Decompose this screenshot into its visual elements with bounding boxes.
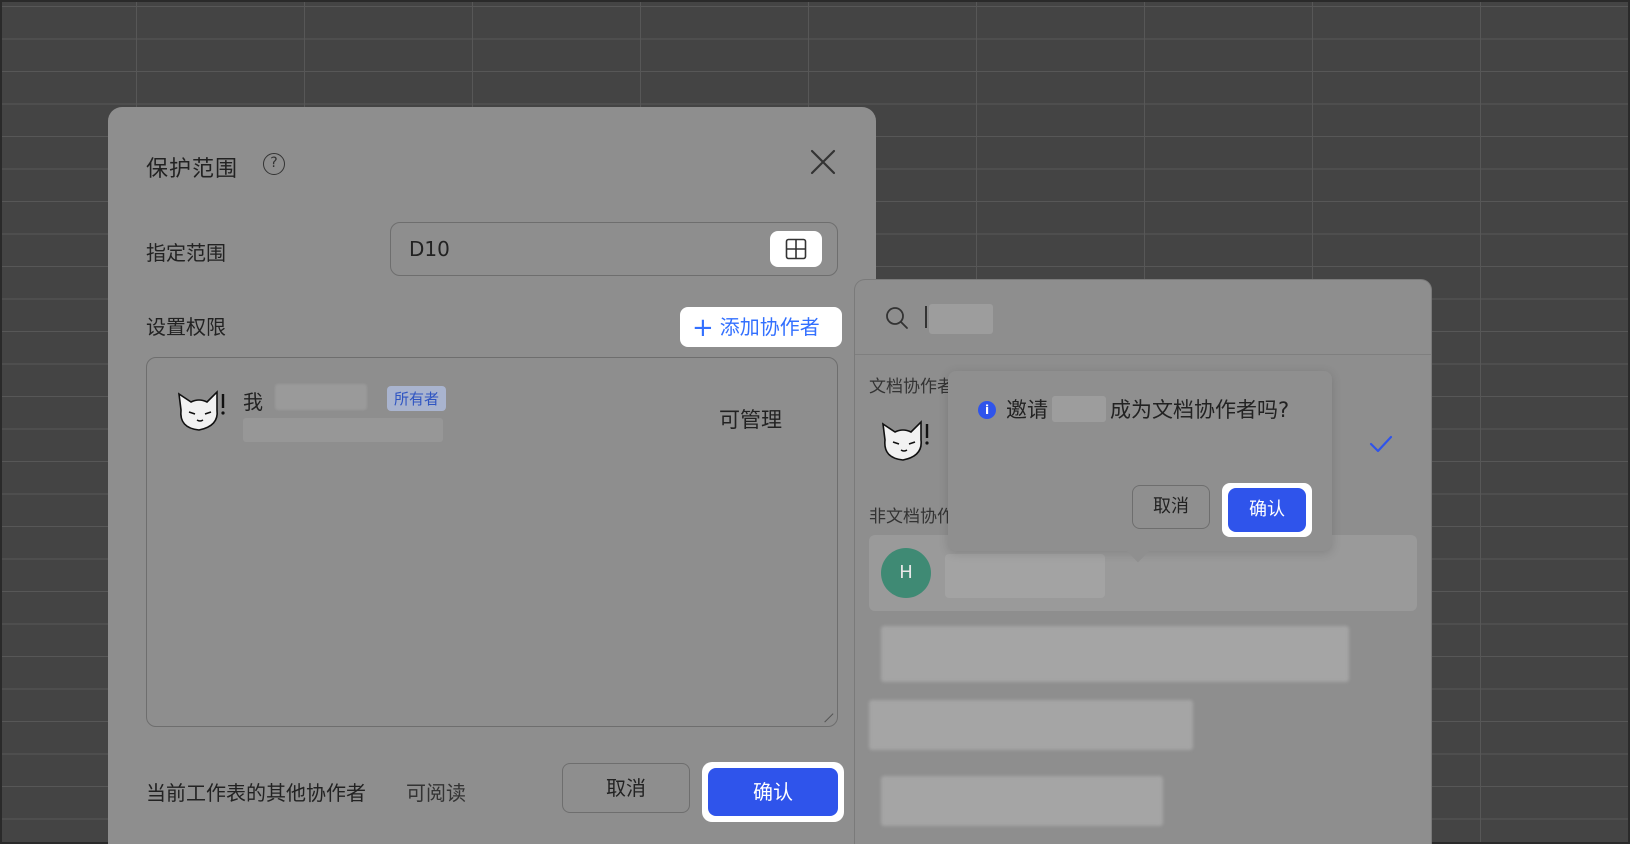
redacted-list-item[interactable] — [881, 776, 1163, 826]
check-icon — [1369, 435, 1393, 453]
confirm-button[interactable]: 确认 — [708, 768, 838, 816]
popover-confirm-button[interactable]: 确认 — [1228, 488, 1306, 532]
search-input[interactable] — [925, 306, 927, 328]
avatar: H — [881, 548, 931, 598]
add-collaborator-button[interactable]: + 添加协作者 — [680, 307, 842, 347]
redacted-email — [243, 418, 443, 442]
popover-message-suffix: 成为文档协作者吗? — [1110, 398, 1290, 422]
other-collaborators-label: 当前工作表的其他协作者 — [146, 781, 366, 805]
range-label: 指定范围 — [146, 241, 226, 265]
confirm-button-highlight: 确认 — [702, 762, 844, 822]
select-range-button[interactable] — [770, 231, 822, 267]
permission-dropdown[interactable]: 可管理 — [719, 404, 782, 434]
redacted-search-text — [929, 304, 993, 334]
collaborator-me-label: 我 — [243, 390, 263, 414]
avatar — [881, 420, 929, 461]
add-collaborator-label: 添加协作者 — [719, 315, 820, 339]
redacted-name — [275, 384, 367, 410]
popover-cancel-button[interactable]: 取消 — [1132, 485, 1210, 529]
grid-icon — [785, 238, 807, 260]
popover-message-prefix: 邀请 — [1006, 398, 1048, 422]
close-icon[interactable] — [808, 147, 838, 177]
owner-badge: 所有者 — [387, 386, 447, 411]
popover-message: 邀请 成为文档协作者吗? — [976, 393, 1306, 427]
dialog-title: 保护范围 — [146, 157, 239, 182]
resize-handle[interactable] — [816, 705, 834, 723]
help-icon[interactable]: ? — [263, 153, 285, 175]
doc-collaborators-heading: 文档协作者 — [869, 377, 954, 397]
avatar — [177, 390, 225, 431]
invite-confirm-popover: i 邀请 成为文档协作者吗? 取消 确认 — [948, 371, 1332, 551]
protect-range-dialog: 保护范围 ? 指定范围 D10 设置权限 + 添加协作者 我 所有者 可管理 当前… — [108, 107, 876, 844]
popover-confirm-highlight: 确认 — [1222, 483, 1312, 537]
other-collaborators-permission[interactable]: 可阅读 — [406, 777, 466, 806]
divider — [855, 354, 1431, 355]
collaborator-list: 我 所有者 可管理 — [146, 357, 838, 727]
collaborator-search-panel: 文档协作者 非文档协作者 H — [855, 280, 1431, 844]
cancel-button[interactable]: 取消 — [562, 763, 690, 813]
plus-icon: + — [692, 313, 714, 343]
redacted-list-item[interactable] — [869, 700, 1193, 750]
redacted-user-info — [945, 554, 1105, 598]
redacted-name — [1052, 396, 1106, 422]
permissions-label: 设置权限 — [146, 315, 226, 339]
search-icon — [886, 307, 908, 329]
redacted-list-item[interactable] — [881, 626, 1349, 682]
